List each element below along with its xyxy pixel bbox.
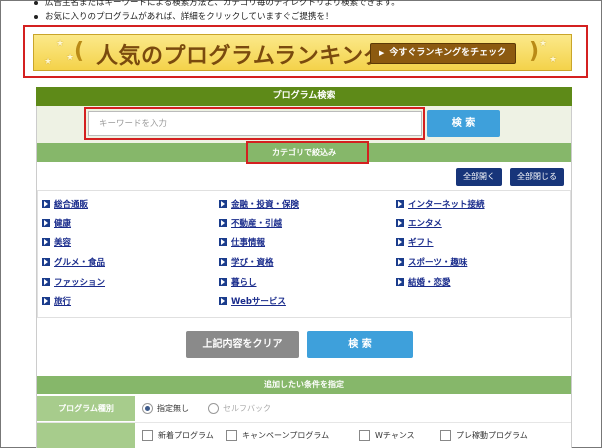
checkbox-icon xyxy=(226,430,237,441)
category-link[interactable]: 金融・投資・保険 xyxy=(219,199,299,211)
arrow-icon xyxy=(219,278,227,286)
checkbox-icon xyxy=(142,430,153,441)
arrow-icon xyxy=(396,258,404,266)
category-link[interactable]: 暮らし xyxy=(219,277,257,289)
program-type-label: プログラム種別 xyxy=(37,396,135,421)
arrow-icon xyxy=(396,200,404,208)
checkbox-icon xyxy=(440,430,451,441)
category-link[interactable]: 美容 xyxy=(42,237,71,249)
arrow-icon xyxy=(42,258,50,266)
arrow-icon xyxy=(42,278,50,286)
checkbox-pre-active[interactable]: プレ稼動プログラム xyxy=(440,430,528,442)
category-link[interactable]: 仕事情報 xyxy=(219,237,265,249)
search-button-bottom[interactable]: 検 索 xyxy=(307,331,413,358)
arrow-icon xyxy=(219,297,227,305)
arrow-icon xyxy=(219,219,227,227)
arrow-icon xyxy=(42,238,50,246)
checkbox-wchance[interactable]: Wチャンス xyxy=(359,430,415,442)
category-link[interactable]: エンタメ xyxy=(396,218,442,230)
category-link[interactable]: グルメ・食品 xyxy=(42,257,105,269)
arrow-icon xyxy=(396,219,404,227)
arrow-icon xyxy=(396,278,404,286)
category-link[interactable]: 学び・資格 xyxy=(219,257,274,269)
category-link[interactable]: ファッション xyxy=(42,277,105,289)
category-link[interactable]: ギフト xyxy=(396,237,434,249)
category-link[interactable]: インターネット接続 xyxy=(396,199,485,211)
arrow-icon xyxy=(42,200,50,208)
highlight-box-category xyxy=(246,141,369,164)
arrow-icon xyxy=(42,219,50,227)
search-button[interactable]: 検 索 xyxy=(427,110,500,137)
conditions-header: 追加したい条件を指定 xyxy=(37,376,571,394)
arrow-icon xyxy=(42,297,50,305)
bullet-icon xyxy=(34,14,38,19)
category-grid: 総合通販 健康 美容 グルメ・食品 ファッション 旅行 金融・投資・保険 不動産… xyxy=(42,195,562,311)
clear-button[interactable]: 上記内容をクリア xyxy=(186,331,299,358)
arrow-icon xyxy=(219,238,227,246)
category-link[interactable]: Webサービス xyxy=(219,296,286,308)
other-conditions-label xyxy=(37,423,135,448)
collapse-all-button[interactable]: 全部閉じる xyxy=(510,168,564,186)
arrow-icon xyxy=(219,200,227,208)
category-link[interactable]: 健康 xyxy=(42,218,71,230)
arrow-icon xyxy=(396,238,404,246)
expand-all-button[interactable]: 全部開く xyxy=(456,168,502,186)
checkbox-campaign[interactable]: キャンペーンプログラム xyxy=(226,430,329,442)
checkbox-icon xyxy=(359,430,370,441)
radio-selected-icon xyxy=(142,403,153,414)
note-item: 広告主名またはキーワードによる検索方法と、カテゴリ毎のディレクトリより検索できま… xyxy=(34,0,594,10)
radio-no-preference[interactable]: 指定無し xyxy=(142,403,189,415)
highlight-box-banner xyxy=(23,25,588,78)
highlight-box-keyword xyxy=(84,107,425,140)
category-link[interactable]: 不動産・引越 xyxy=(219,218,282,230)
radio-icon xyxy=(208,403,219,414)
category-link[interactable]: 旅行 xyxy=(42,296,71,308)
checkbox-new[interactable]: 新着プログラム xyxy=(142,430,214,442)
notes-list: 広告主名またはキーワードによる検索方法と、カテゴリ毎のディレクトリより検索できま… xyxy=(34,0,594,24)
note-item: お気に入りのプログラムがあれば、詳細をクリックしていますぐご提携を！ xyxy=(34,10,594,24)
category-link[interactable]: スポーツ・趣味 xyxy=(396,257,467,269)
arrow-icon xyxy=(219,258,227,266)
radio-self-back[interactable]: セルフバック xyxy=(208,403,271,415)
panel-title: プログラム検索 xyxy=(36,87,572,106)
bullet-icon xyxy=(34,0,38,5)
category-link[interactable]: 総合通販 xyxy=(42,199,88,211)
category-link[interactable]: 結婚・恋愛 xyxy=(396,277,451,289)
